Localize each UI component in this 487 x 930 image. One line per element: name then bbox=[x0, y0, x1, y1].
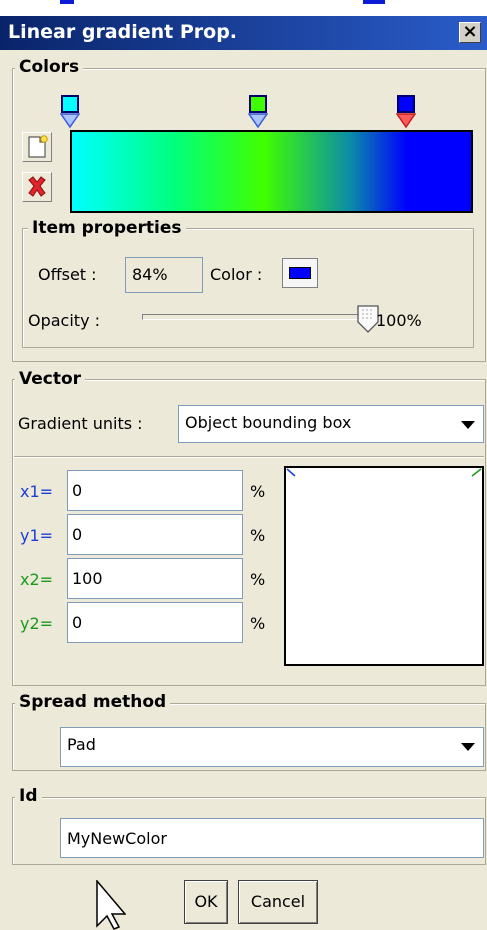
offset-label: Offset : bbox=[38, 265, 97, 284]
red-x-icon bbox=[28, 176, 46, 197]
vector-divider bbox=[14, 456, 484, 458]
x1-input[interactable]: 0 bbox=[67, 470, 243, 511]
title-bar: Linear gradient Prop. × bbox=[0, 16, 487, 50]
background-stripe bbox=[60, 0, 74, 4]
x2-input[interactable]: 100 bbox=[67, 558, 243, 599]
chevron-down-icon bbox=[461, 421, 475, 429]
color-picker-button[interactable] bbox=[282, 258, 318, 288]
gradient-stop-marker-start[interactable] bbox=[60, 95, 80, 129]
gradient-stop-marker-selected[interactable] bbox=[396, 95, 416, 129]
new-document-icon bbox=[28, 135, 48, 158]
opacity-label: Opacity : bbox=[28, 311, 101, 330]
opacity-value: 100% bbox=[376, 311, 422, 330]
color-swatch bbox=[289, 267, 311, 279]
spread-method-select[interactable]: Pad bbox=[60, 727, 484, 767]
x1-label: x1= bbox=[20, 482, 54, 501]
chevron-down-icon bbox=[461, 743, 475, 751]
y2-label: y2= bbox=[20, 614, 54, 633]
spread-method-value: Pad bbox=[67, 735, 96, 754]
x2-label: x2= bbox=[20, 570, 54, 589]
background-stripe bbox=[363, 0, 385, 4]
cancel-button[interactable]: Cancel bbox=[238, 880, 318, 924]
background-window-strip bbox=[0, 0, 487, 16]
y2-input[interactable]: 0 bbox=[67, 602, 243, 643]
y1-value: 0 bbox=[72, 525, 83, 544]
close-button[interactable]: × bbox=[459, 22, 481, 43]
vector-preview-lines bbox=[286, 468, 482, 477]
vector-legend: Vector bbox=[15, 369, 86, 389]
x2-value: 100 bbox=[72, 569, 103, 588]
gradient-stop-marker-middle[interactable] bbox=[248, 95, 268, 129]
opacity-slider-track[interactable] bbox=[142, 314, 374, 320]
item-properties-legend: Item properties bbox=[28, 218, 186, 238]
add-stop-button[interactable] bbox=[22, 132, 52, 162]
y1-input[interactable]: 0 bbox=[67, 514, 243, 555]
item-properties-group bbox=[22, 228, 474, 348]
y1-unit: % bbox=[250, 526, 266, 545]
y1-label: y1= bbox=[20, 526, 54, 545]
vector-preview-canvas[interactable] bbox=[284, 466, 484, 666]
y2-unit: % bbox=[250, 614, 266, 633]
offset-value: 84% bbox=[132, 265, 168, 284]
x1-value: 0 bbox=[72, 481, 83, 500]
colors-legend: Colors bbox=[15, 57, 84, 77]
x2-unit: % bbox=[250, 570, 266, 589]
gradient-units-select[interactable]: Object bounding box bbox=[178, 405, 484, 443]
gradient-preview-bar[interactable] bbox=[70, 130, 473, 213]
y2-value: 0 bbox=[72, 613, 83, 632]
mouse-cursor-icon bbox=[96, 880, 126, 930]
x1-unit: % bbox=[250, 482, 266, 501]
id-input[interactable]: MyNewColor bbox=[60, 818, 484, 858]
offset-value-field[interactable]: 84% bbox=[125, 257, 203, 293]
window-title: Linear gradient Prop. bbox=[8, 21, 238, 43]
color-label: Color : bbox=[210, 265, 263, 284]
spread-method-legend: Spread method bbox=[15, 692, 171, 712]
id-value: MyNewColor bbox=[67, 829, 167, 848]
ok-button[interactable]: OK bbox=[184, 880, 228, 924]
close-icon: × bbox=[462, 21, 478, 42]
delete-stop-button[interactable] bbox=[22, 172, 52, 202]
gradient-units-label: Gradient units : bbox=[18, 414, 143, 433]
id-legend: Id bbox=[15, 786, 42, 806]
gradient-units-value: Object bounding box bbox=[185, 413, 352, 432]
